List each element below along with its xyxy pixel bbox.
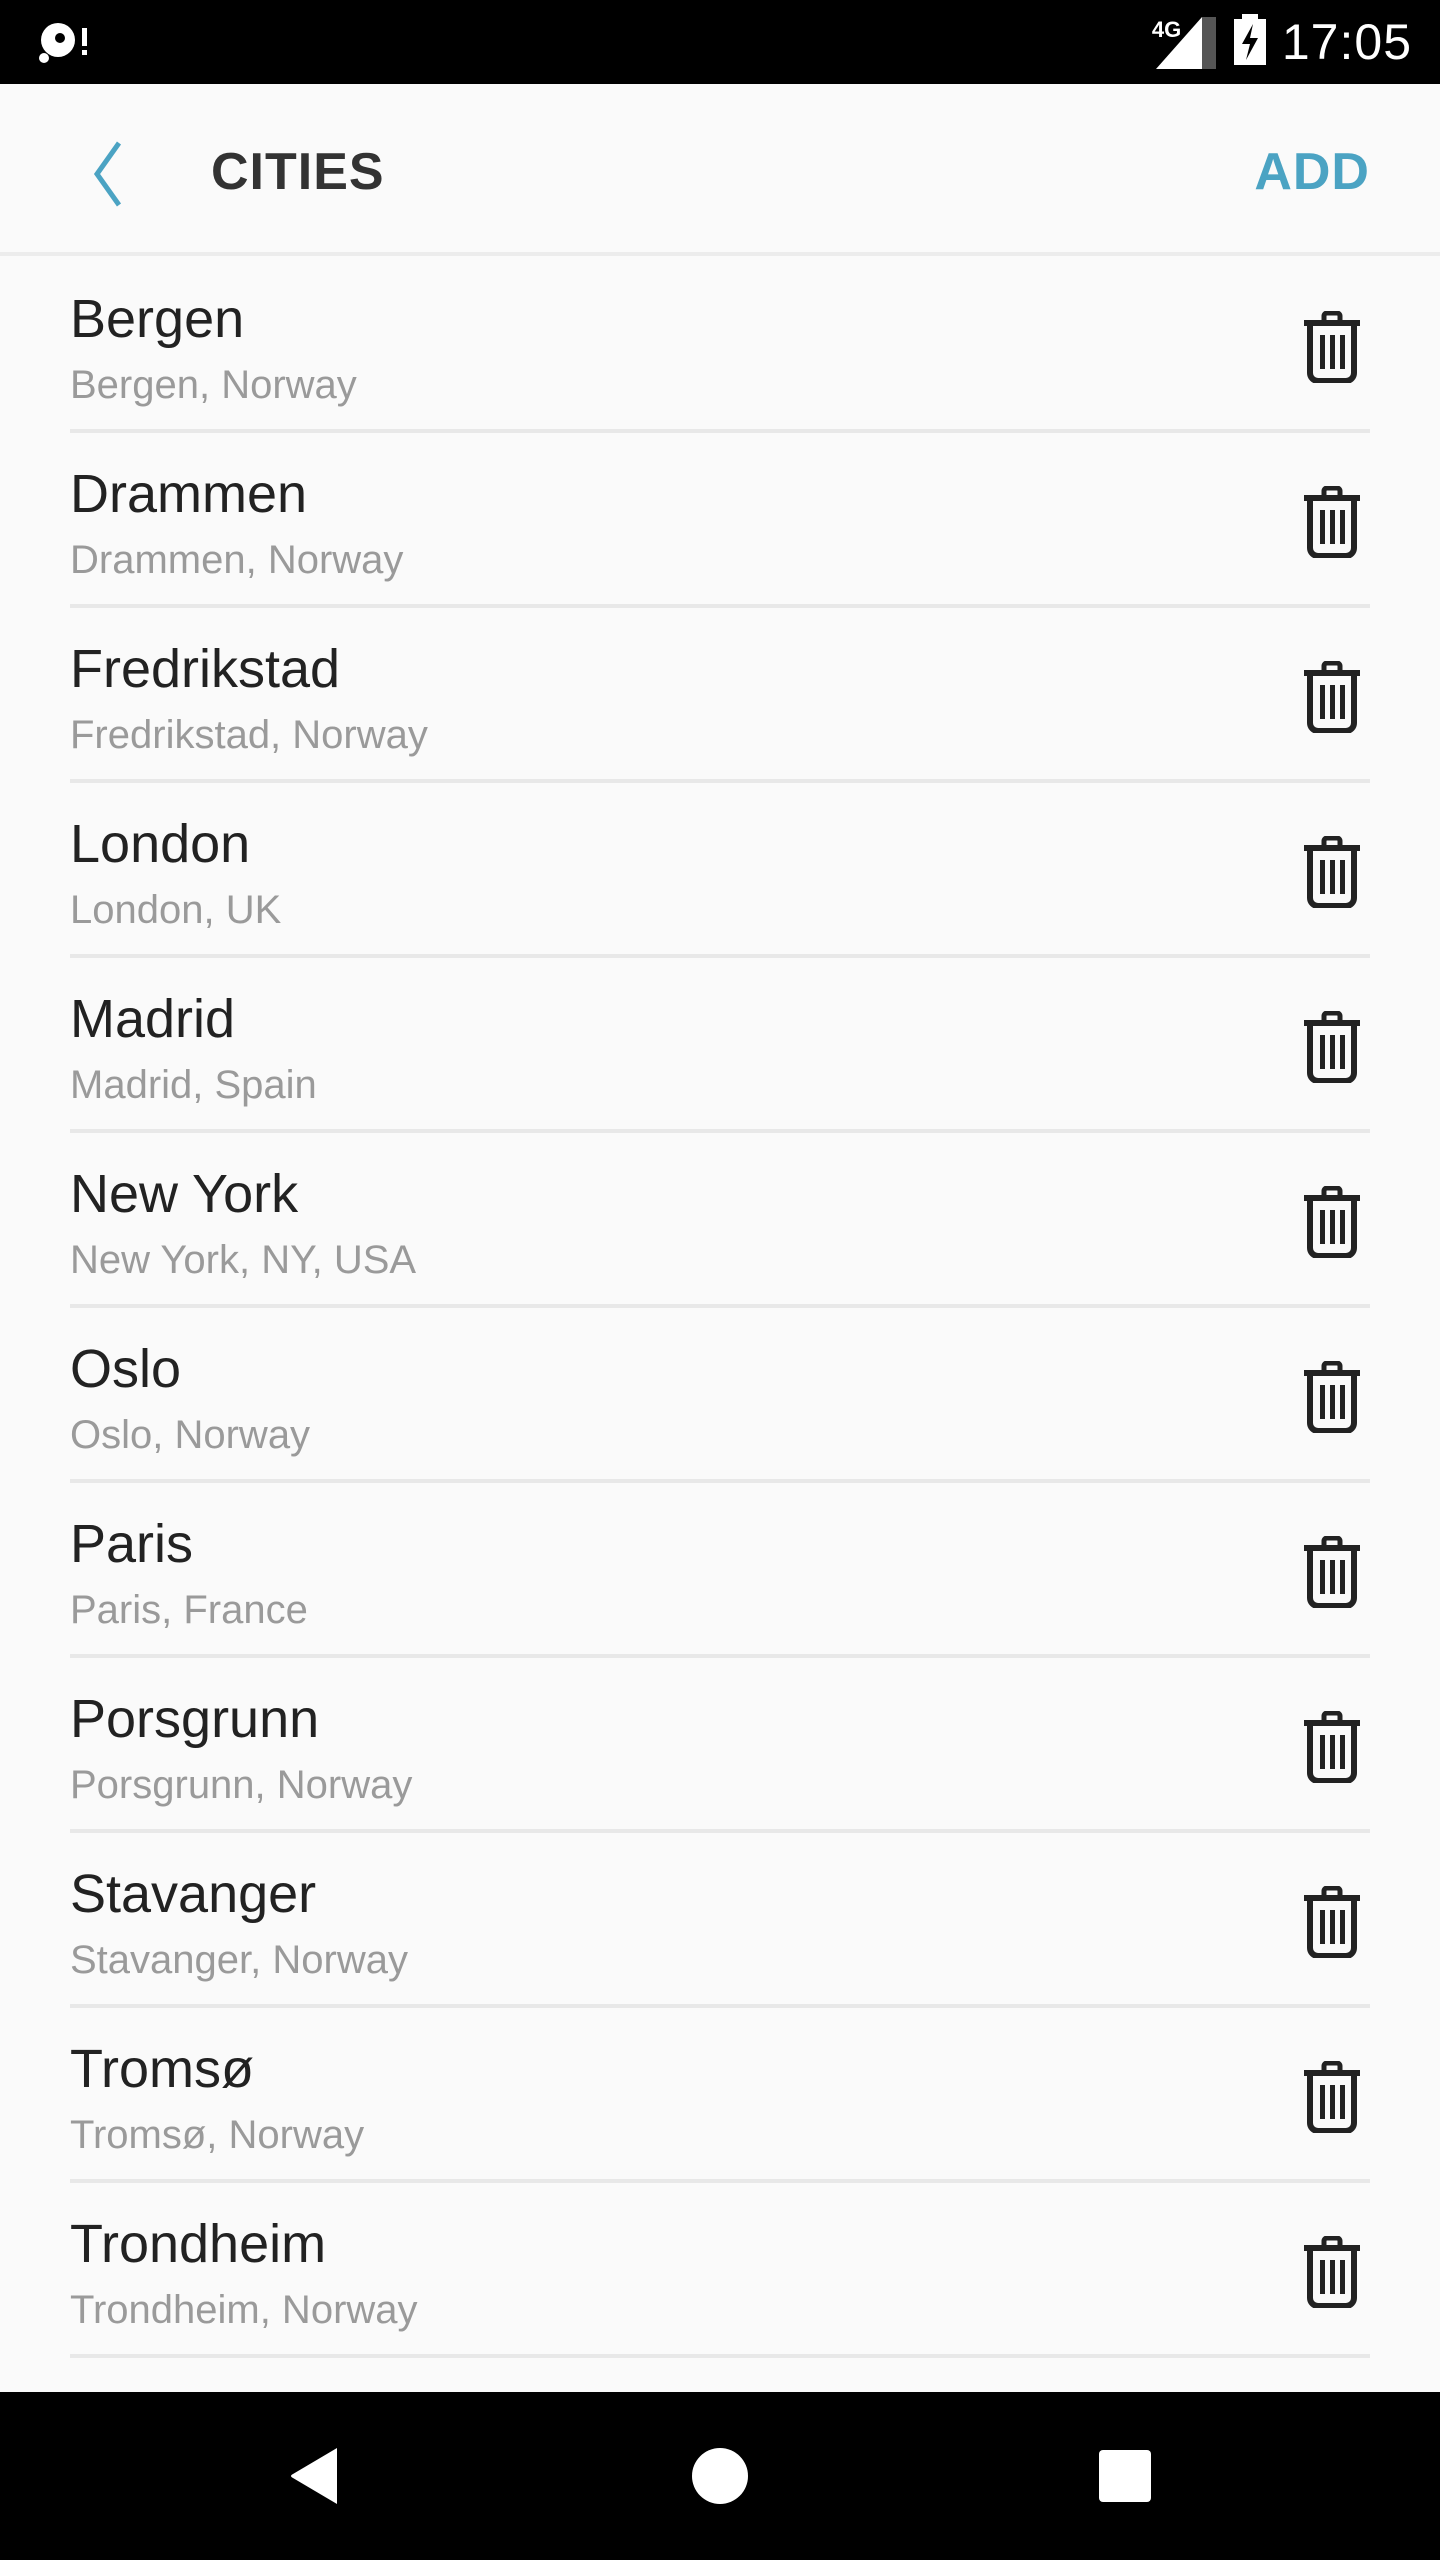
city-list-item[interactable]: Trondheim Trondheim, Norway (70, 2183, 1370, 2358)
city-name: Bergen (70, 289, 245, 349)
city-name: Stavanger (70, 1864, 317, 1924)
app-bar: CITIES ADD (0, 84, 1440, 256)
clock: 17:05 (1281, 14, 1412, 70)
delete-city-button[interactable] (1302, 1185, 1362, 1259)
delete-city-button[interactable] (1302, 1710, 1362, 1784)
delete-city-button[interactable] (1302, 2060, 1362, 2134)
trash-icon (1304, 1185, 1360, 1259)
recents-icon (1099, 2450, 1151, 2502)
trash-icon (1304, 1360, 1360, 1434)
city-detail: Paris, France (70, 1588, 308, 1632)
trash-icon (1304, 310, 1360, 384)
trash-icon (1304, 1885, 1360, 1959)
city-detail: Fredrikstad, Norway (70, 713, 428, 757)
city-list-item[interactable]: Bergen Bergen, Norway (70, 258, 1370, 433)
city-name: Oslo (70, 1339, 182, 1399)
delete-city-button[interactable] (1302, 660, 1362, 734)
delete-city-button[interactable] (1302, 1535, 1362, 1609)
city-list-item[interactable]: Madrid Madrid, Spain (70, 958, 1370, 1133)
trash-icon (1304, 485, 1360, 559)
city-list-item[interactable]: Oslo Oslo, Norway (70, 1308, 1370, 1483)
notification-disc-icon (36, 18, 92, 66)
city-name: New York (70, 1164, 299, 1224)
chevron-left-icon (93, 141, 122, 207)
city-detail: London, UK (70, 888, 282, 932)
city-detail: Oslo, Norway (70, 1413, 311, 1457)
trash-icon (1304, 1710, 1360, 1784)
city-detail: Drammen, Norway (70, 538, 404, 582)
city-detail: Madrid, Spain (70, 1063, 317, 1107)
back-icon (291, 2448, 337, 2504)
city-detail: Bergen, Norway (70, 363, 357, 407)
city-detail: Tromsø, Norway (70, 2113, 365, 2157)
delete-city-button[interactable] (1302, 485, 1362, 559)
city-list-item[interactable]: Stavanger Stavanger, Norway (70, 1833, 1370, 2008)
status-bar: 4G 17:05 (0, 0, 1440, 84)
city-name: Paris (70, 1514, 194, 1574)
delete-city-button[interactable] (1302, 835, 1362, 909)
city-name: Tromsø (70, 2039, 254, 2099)
city-list-item[interactable]: Paris Paris, France (70, 1483, 1370, 1658)
delete-city-button[interactable] (1302, 1360, 1362, 1434)
trash-icon (1304, 2235, 1360, 2309)
system-nav-bar (0, 2392, 1440, 2560)
city-name: Fredrikstad (70, 639, 341, 699)
delete-city-button[interactable] (1302, 310, 1362, 384)
city-list-item[interactable]: Porsgrunn Porsgrunn, Norway (70, 1658, 1370, 1833)
battery-charging-icon (1232, 13, 1268, 71)
city-list-item[interactable]: Drammen Drammen, Norway (70, 433, 1370, 608)
delete-city-button[interactable] (1302, 1010, 1362, 1084)
city-name: Madrid (70, 989, 236, 1049)
city-list-item[interactable]: New York New York, NY, USA (70, 1133, 1370, 1308)
city-list-item[interactable]: London London, UK (70, 783, 1370, 958)
nav-recents-button[interactable] (1075, 2436, 1175, 2516)
delete-city-button[interactable] (1302, 1885, 1362, 1959)
city-list-item[interactable]: Tromsø Tromsø, Norway (70, 2008, 1370, 2183)
trash-icon (1304, 1535, 1360, 1609)
home-icon (692, 2448, 748, 2504)
nav-home-button[interactable] (670, 2436, 770, 2516)
signal-icon: 4G (1152, 13, 1218, 71)
city-detail: Porsgrunn, Norway (70, 1763, 413, 1807)
add-city-button[interactable]: ADD (1254, 142, 1370, 202)
back-button[interactable] (70, 134, 140, 214)
trash-icon (1304, 660, 1360, 734)
trash-icon (1304, 1010, 1360, 1084)
nav-back-button[interactable] (265, 2436, 365, 2516)
city-detail: Stavanger, Norway (70, 1938, 408, 1982)
trash-icon (1304, 835, 1360, 909)
delete-city-button[interactable] (1302, 2235, 1362, 2309)
trash-icon (1304, 2060, 1360, 2134)
city-detail: Trondheim, Norway (70, 2288, 418, 2332)
city-detail: New York, NY, USA (70, 1238, 417, 1282)
city-name: Porsgrunn (70, 1689, 320, 1749)
city-name: Drammen (70, 464, 308, 524)
city-name: London (70, 814, 251, 874)
city-list: Bergen Bergen, Norway Drammen Drammen, N… (0, 258, 1440, 2358)
city-list-item[interactable]: Fredrikstad Fredrikstad, Norway (70, 608, 1370, 783)
city-name: Trondheim (70, 2214, 327, 2274)
page-title: CITIES (211, 143, 385, 201)
